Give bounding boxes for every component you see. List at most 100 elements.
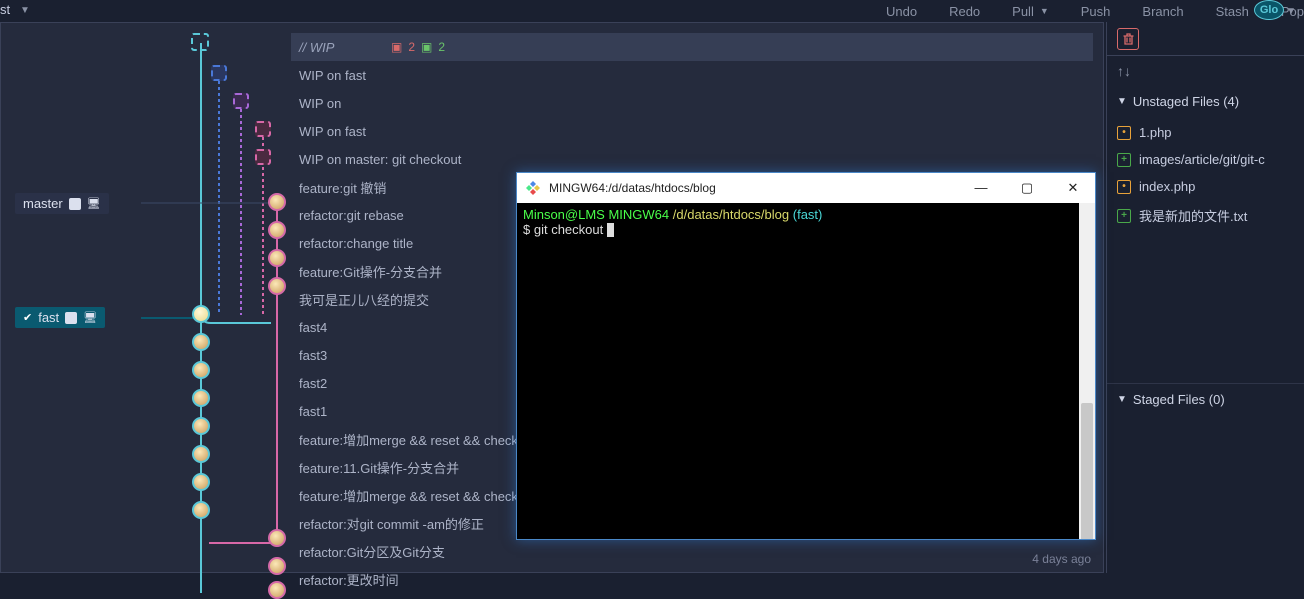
push-button[interactable]: Push	[1081, 4, 1111, 19]
stash-node[interactable]	[233, 93, 249, 109]
removed-count: 2	[408, 40, 415, 54]
right-panel: ↑↓ ▼ Unstaged Files (4) • 1.php + images…	[1106, 22, 1304, 573]
commit-row[interactable]: refactor:Git分区及Git分支	[291, 537, 1093, 565]
terminal-prompt: $	[523, 222, 530, 237]
commit-node[interactable]	[268, 193, 286, 211]
added-icon: ▣	[421, 40, 432, 54]
maximize-button[interactable]: ▢	[1013, 180, 1041, 196]
commit-node[interactable]	[192, 473, 210, 491]
commit-node[interactable]	[192, 501, 210, 519]
checkmark-icon: ✔	[23, 311, 32, 324]
redo-button[interactable]: Redo	[949, 4, 980, 19]
added-count: 2	[438, 40, 445, 54]
terminal-line: Minson@LMS MINGW64 /d/datas/htdocs/blog …	[523, 207, 1089, 222]
commit-row[interactable]: refactor:更改时间	[291, 565, 1093, 593]
stash-node[interactable]	[255, 149, 271, 165]
tab-fragment: st	[0, 2, 10, 17]
close-button[interactable]: ✕	[1059, 180, 1087, 196]
terminal-scrollbar[interactable]	[1079, 203, 1095, 539]
commit-node[interactable]	[192, 389, 210, 407]
commit-row[interactable]: WIP on	[291, 89, 1093, 117]
branch-name: master	[23, 196, 63, 211]
terminal-command: git checkout	[534, 222, 603, 237]
file-row[interactable]: + 我是新加的文件.txt	[1107, 200, 1304, 231]
file-row[interactable]: • index.php	[1107, 173, 1304, 200]
wip-label: // WIP	[299, 40, 334, 55]
terminal-app-icon	[525, 180, 541, 196]
file-row[interactable]: + images/article/git/git-c	[1107, 146, 1304, 173]
terminal-body[interactable]: Minson@LMS MINGW64 /d/datas/htdocs/blog …	[517, 203, 1095, 539]
graph-column	[141, 33, 291, 572]
commit-node[interactable]	[268, 221, 286, 239]
wip-row[interactable]: // WIP ▣2 ▣2	[291, 33, 1093, 61]
commit-message: fast3	[299, 348, 327, 363]
commit-message: feature:Git操作-分支合并	[299, 262, 442, 281]
unstaged-header[interactable]: ▼ Unstaged Files (4)	[1107, 86, 1304, 117]
file-row[interactable]: • 1.php	[1107, 119, 1304, 146]
commit-message: WIP on	[299, 96, 341, 111]
commit-message: feature:增加merge && reset && checko	[299, 486, 525, 505]
local-icon	[65, 312, 77, 324]
sort-icon: ↑↓	[1117, 63, 1131, 79]
file-name: images/article/git/git-c	[1139, 152, 1265, 167]
commit-node[interactable]	[192, 417, 210, 435]
terminal-line: $ git checkout	[523, 222, 1089, 237]
commit-message: refactor:Git分区及Git分支	[299, 542, 445, 561]
terminal-branch: (fast)	[793, 207, 823, 222]
pull-caret-icon[interactable]: ▼	[1040, 6, 1049, 16]
undo-button[interactable]: Undo	[886, 4, 917, 19]
unstaged-label: Unstaged Files (4)	[1133, 94, 1239, 109]
scrollbar-thumb[interactable]	[1081, 403, 1093, 539]
unstaged-file-list: • 1.php + images/article/git/git-c • ind…	[1107, 117, 1304, 233]
commit-message: feature:增加merge && reset && checko	[299, 430, 525, 449]
commit-row[interactable]: WIP on fast	[291, 61, 1093, 89]
terminal-user: Minson@LMS	[523, 207, 605, 222]
commit-message: WIP on fast	[299, 124, 366, 139]
commit-message: fast1	[299, 404, 327, 419]
brand-caret-icon[interactable]: ▼	[1286, 6, 1296, 17]
commit-node[interactable]	[192, 445, 210, 463]
tab-caret-icon[interactable]: ▼	[20, 5, 30, 16]
top-toolbar: Undo Redo Pull ▼ Push Branch Stash Pop	[331, 0, 1304, 22]
stash-button[interactable]: Stash	[1216, 4, 1249, 19]
minimize-button[interactable]: —	[967, 180, 995, 196]
added-icon: +	[1117, 153, 1131, 167]
file-name: index.php	[1139, 179, 1195, 194]
commit-message: fast2	[299, 376, 327, 391]
commit-timestamp: 4 days ago	[1032, 552, 1091, 566]
commit-node[interactable]	[268, 249, 286, 267]
graph-lines	[141, 33, 291, 593]
terminal-title: MINGW64:/d/datas/htdocs/blog	[549, 181, 716, 195]
glo-badge[interactable]: Glo	[1254, 0, 1284, 20]
branch-label-fast[interactable]: ✔ fast 🖥	[15, 307, 105, 328]
staged-label: Staged Files (0)	[1133, 392, 1225, 407]
staged-header[interactable]: ▼ Staged Files (0)	[1107, 383, 1304, 415]
commit-message: feature:11.Git操作-分支合并	[299, 458, 459, 477]
commit-message: 我可是正儿八经的提交	[299, 290, 429, 309]
branch-label-master[interactable]: master 🖥	[15, 193, 109, 214]
pull-button[interactable]: Pull	[1012, 4, 1034, 19]
commit-node[interactable]	[268, 581, 286, 599]
discard-all-button[interactable]	[1117, 28, 1139, 50]
commit-node[interactable]	[192, 333, 210, 351]
commit-node[interactable]	[192, 361, 210, 379]
stash-node[interactable]	[211, 65, 227, 81]
wip-node[interactable]	[191, 33, 209, 51]
commit-node[interactable]	[268, 529, 286, 547]
commit-message: refactor:更改时间	[299, 570, 399, 589]
terminal-cursor	[607, 223, 614, 237]
commit-message: refactor:git rebase	[299, 208, 404, 223]
commit-node-current[interactable]	[192, 305, 210, 323]
sort-toggle[interactable]: ↑↓	[1107, 56, 1304, 86]
commit-node[interactable]	[268, 277, 286, 295]
commit-node[interactable]	[268, 557, 286, 575]
commit-message: WIP on fast	[299, 68, 366, 83]
terminal-titlebar[interactable]: MINGW64:/d/datas/htdocs/blog — ▢ ✕	[517, 173, 1095, 203]
commit-row[interactable]: WIP on fast	[291, 117, 1093, 145]
commit-message: refactor:change title	[299, 236, 413, 251]
commit-message: feature:git 撤销	[299, 178, 386, 197]
branch-button[interactable]: Branch	[1142, 4, 1183, 19]
terminal-window[interactable]: MINGW64:/d/datas/htdocs/blog — ▢ ✕ Minso…	[516, 172, 1096, 540]
stash-node[interactable]	[255, 121, 271, 137]
commit-row[interactable]: WIP on master: git checkout	[291, 145, 1093, 173]
